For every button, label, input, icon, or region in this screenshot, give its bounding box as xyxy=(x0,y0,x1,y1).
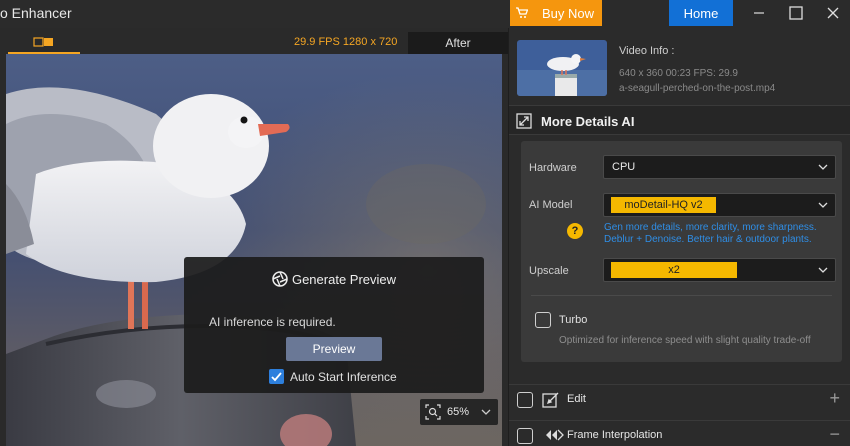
section-title: More Details AI xyxy=(541,114,635,129)
edit-checkbox[interactable] xyxy=(517,392,533,408)
more-details-settings: Hardware CPU AI Model moDetail-HQ v2 ? G… xyxy=(521,141,842,362)
chevron-down-icon xyxy=(818,164,828,170)
turbo-checkbox[interactable] xyxy=(535,312,551,328)
video-info-label: Video Info : xyxy=(619,45,675,57)
right-edge-strip xyxy=(502,54,508,446)
auto-start-checkbox[interactable] xyxy=(269,369,284,384)
ai-model-description-line-1: Gen more details, more clarity, more sha… xyxy=(604,222,817,233)
seagull-thumbnail-image xyxy=(517,40,607,96)
turbo-label: Turbo xyxy=(559,314,588,326)
settings-panel: Video Info : 640 x 360 00:23 FPS: 29.9 a… xyxy=(509,28,850,446)
video-thumbnail[interactable] xyxy=(517,40,607,96)
chevron-down-icon xyxy=(818,202,828,208)
video-metadata: 640 x 360 00:23 FPS: 29.9 xyxy=(619,68,738,79)
zoom-control[interactable]: 65% xyxy=(420,399,498,425)
close-button[interactable] xyxy=(823,4,843,22)
buy-now-label: Buy Now xyxy=(542,5,595,21)
video-filename: a-seagull-perched-on-the-post.mp4 xyxy=(619,83,776,94)
divider xyxy=(531,295,832,296)
preview-area: 29.9 FPS 1280 x 720 After Generate Previ… xyxy=(0,28,508,446)
maximize-button[interactable] xyxy=(786,4,806,22)
home-button[interactable]: Home xyxy=(669,0,733,26)
after-tab[interactable]: After xyxy=(408,32,508,54)
preview-button[interactable]: Preview xyxy=(286,337,382,361)
frame-interpolation-checkbox[interactable] xyxy=(517,428,533,444)
video-info: Video Info : 640 x 360 00:23 FPS: 29.9 a… xyxy=(509,36,850,100)
inference-required-message: AI inference is required. xyxy=(209,315,336,329)
generate-preview-header: Generate Preview xyxy=(184,271,484,287)
cart-icon xyxy=(516,7,528,18)
feature-row-frame-interpolation[interactable]: Frame Interpolation − xyxy=(509,420,850,446)
expand-plus-icon[interactable]: + xyxy=(829,388,840,409)
upscale-select[interactable]: x2 xyxy=(603,258,836,282)
maximize-icon xyxy=(789,6,803,20)
minimize-icon xyxy=(754,12,764,14)
ai-model-label: AI Model xyxy=(529,199,573,211)
hardware-value: CPU xyxy=(612,161,636,173)
close-icon xyxy=(827,7,839,19)
fps-resolution-readout: 29.9 FPS 1280 x 720 xyxy=(294,36,398,48)
generate-preview-dialog: Generate Preview AI inference is require… xyxy=(184,257,484,393)
ai-model-value: moDetail-HQ v2 xyxy=(611,197,716,213)
generate-preview-title: Generate Preview xyxy=(291,271,397,287)
app-window: o Enhancer Buy Now Home 29.9 FPS 1280 x … xyxy=(0,0,850,446)
chevron-down-icon xyxy=(818,267,828,273)
zoom-value: 65% xyxy=(447,406,470,418)
ai-model-description: Gen more details, more clarity, more sha… xyxy=(604,222,817,246)
upscale-label: Upscale xyxy=(529,265,569,277)
upscale-value: x2 xyxy=(611,262,737,278)
feature-row-edit[interactable]: Edit + xyxy=(509,384,850,414)
hardware-label: Hardware xyxy=(529,162,577,174)
preview-toolbar: 29.9 FPS 1280 x 720 After xyxy=(0,28,508,54)
frame-interpolation-icon xyxy=(546,429,564,441)
buy-now-button[interactable]: Buy Now xyxy=(510,0,602,26)
chevron-down-icon xyxy=(481,409,491,415)
title-bar: o Enhancer Buy Now Home xyxy=(0,0,850,28)
app-title: o Enhancer xyxy=(0,5,72,21)
edit-icon xyxy=(542,392,559,408)
aperture-icon xyxy=(272,271,288,287)
edit-label: Edit xyxy=(567,393,586,405)
minimize-button[interactable] xyxy=(749,4,769,22)
ai-model-select[interactable]: moDetail-HQ v2 xyxy=(603,193,836,217)
ai-model-description-line-2: Deblur + Denoise. Better hair & outdoor … xyxy=(604,234,812,245)
checkmark-icon xyxy=(271,372,282,382)
auto-start-inference-option[interactable]: Auto Start Inference xyxy=(269,369,397,384)
auto-start-label: Auto Start Inference xyxy=(290,369,397,384)
frame-interpolation-label: Frame Interpolation xyxy=(567,429,663,441)
hardware-select[interactable]: CPU xyxy=(603,155,836,179)
turbo-description: Optimized for inference speed with sligh… xyxy=(559,335,811,346)
compare-mode-toggle[interactable] xyxy=(8,32,80,54)
more-details-ai-header[interactable]: More Details AI xyxy=(509,105,850,135)
zoom-fit-icon xyxy=(425,404,441,420)
help-icon[interactable]: ? xyxy=(567,223,583,239)
split-view-icon xyxy=(33,37,53,47)
expand-icon xyxy=(516,113,532,129)
collapse-minus-icon[interactable]: − xyxy=(829,424,840,445)
